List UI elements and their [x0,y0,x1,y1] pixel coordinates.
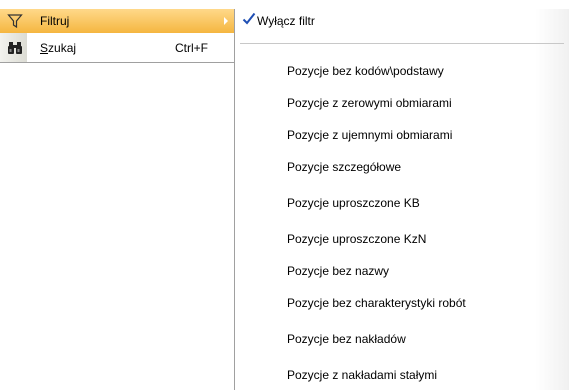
submenu-item[interactable]: Pozycje z ujemnymi obmiarami [235,123,569,147]
menu-item-label: Filtruj [40,14,70,28]
submenu-item-wylacz-filtr[interactable]: Wyłącz filtr [235,9,569,33]
submenu-item-label: Pozycje uproszczone KB [287,196,420,210]
submenu-item[interactable]: Pozycje szczegółowe [235,155,569,179]
submenu-item[interactable]: Pozycje uproszczone KzN [235,227,569,251]
funnel-icon [7,13,23,29]
submenu-arrow-icon [224,17,228,25]
submenu-item-label: Pozycje z ujemnymi obmiarami [287,128,453,142]
submenu-item-label: Pozycje bez kodów\podstawy [287,64,444,78]
binoculars-icon [7,40,23,56]
background-window-strip [0,0,569,9]
submenu-separator [240,43,564,44]
context-menu: Filtruj Szukaj Ctrl+F [0,9,235,63]
submenu-item-label: Pozycje bez nakładów [287,332,406,346]
menu-item-szukaj[interactable]: Szukaj Ctrl+F [0,36,234,60]
submenu-item[interactable]: Pozycje bez kodów\podstawy [235,59,569,83]
submenu-item[interactable]: Pozycje bez charakterystyki robót [235,291,569,315]
menu-item-filtruj[interactable]: Filtruj [0,9,234,33]
submenu-item-label: Wyłącz filtr [257,14,315,28]
filter-submenu: Wyłącz filtr Pozycje bez kodów\podstawy … [234,9,569,390]
submenu-item[interactable]: Pozycje z nakładami stałymi [235,363,569,387]
submenu-item[interactable]: Pozycje uproszczone KB [235,191,569,215]
submenu-item-label: Pozycje bez nazwy [287,264,390,278]
checkmark-icon [242,12,256,26]
menu-item-label: Szukaj [40,41,77,55]
submenu-item-label: Pozycje uproszczone KzN [287,232,427,246]
submenu-item[interactable]: Pozycje z zerowymi obmiarami [235,91,569,115]
submenu-item-label: Pozycje szczegółowe [287,160,402,174]
submenu-item-label: Pozycje z nakładami stałymi [287,368,438,382]
submenu-item-label: Pozycje z zerowymi obmiarami [287,96,452,110]
menu-item-shortcut: Ctrl+F [175,41,208,55]
submenu-item[interactable]: Pozycje bez nazwy [235,259,569,283]
submenu-item-label: Pozycje bez charakterystyki robót [287,296,466,310]
submenu-item[interactable]: Pozycje bez nakładów [235,327,569,351]
